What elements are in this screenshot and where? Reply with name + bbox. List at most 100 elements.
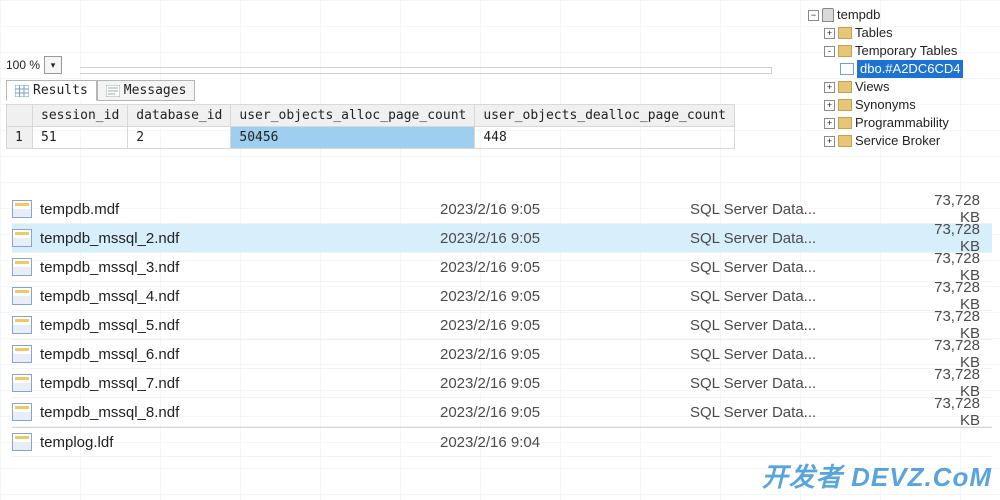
tree-item-programmability[interactable]: + Programmability bbox=[824, 114, 992, 132]
folder-icon bbox=[838, 135, 852, 147]
file-date: 2023/2/16 9:05 bbox=[440, 404, 690, 421]
grid-corner bbox=[7, 105, 33, 127]
file-date: 2023/2/16 9:05 bbox=[440, 230, 690, 247]
file-list: tempdb.mdf2023/2/16 9:05SQL Server Data.… bbox=[12, 195, 992, 457]
row-number[interactable]: 1 bbox=[7, 127, 33, 149]
file-name: tempdb_mssql_2.ndf bbox=[40, 230, 440, 247]
file-name: templog.ldf bbox=[40, 434, 440, 451]
tab-results-label: Results bbox=[33, 83, 88, 98]
tree-label: Tables bbox=[855, 24, 893, 42]
file-row[interactable]: tempdb_mssql_8.ndf2023/2/16 9:05SQL Serv… bbox=[12, 398, 992, 427]
datafile-icon bbox=[12, 403, 32, 421]
file-date: 2023/2/16 9:05 bbox=[440, 288, 690, 305]
file-row[interactable]: templog.ldf2023/2/16 9:04 bbox=[12, 428, 992, 457]
file-name: tempdb.mdf bbox=[40, 201, 440, 218]
file-row[interactable]: tempdb_mssql_3.ndf2023/2/16 9:05SQL Serv… bbox=[12, 253, 992, 282]
object-explorer: − tempdb + Tables - Temporary Tables dbo.#… bbox=[792, 6, 992, 150]
file-row[interactable]: tempdb_mssql_4.ndf2023/2/16 9:05SQL Serv… bbox=[12, 282, 992, 311]
expand-icon[interactable]: + bbox=[824, 136, 835, 147]
col-session-id[interactable]: session_id bbox=[33, 105, 128, 127]
tree-label: Temporary Tables bbox=[855, 42, 957, 60]
datafile-icon bbox=[12, 374, 32, 392]
cell-database-id[interactable]: 2 bbox=[128, 127, 231, 149]
file-name: tempdb_mssql_4.ndf bbox=[40, 288, 440, 305]
file-type: SQL Server Data... bbox=[690, 201, 910, 218]
datafile-icon bbox=[12, 200, 32, 218]
grid-header-row: session_id database_id user_objects_allo… bbox=[7, 105, 735, 127]
messages-icon bbox=[106, 85, 120, 97]
tree-item-service-broker[interactable]: + Service Broker bbox=[824, 132, 992, 150]
tree-item-synonyms[interactable]: + Synonyms bbox=[824, 96, 992, 114]
file-type: SQL Server Data... bbox=[690, 404, 910, 421]
results-grid[interactable]: session_id database_id user_objects_allo… bbox=[6, 104, 735, 149]
zoom-value: 100 % bbox=[6, 58, 40, 72]
logfile-icon bbox=[12, 433, 32, 451]
tree-item-temp-tables[interactable]: - Temporary Tables bbox=[824, 42, 992, 60]
zoom-control: 100 % ▾ bbox=[6, 56, 62, 74]
col-alloc-page-count[interactable]: user_objects_alloc_page_count bbox=[231, 105, 475, 127]
tree-label: Synonyms bbox=[855, 96, 916, 114]
tree-db-tempdb[interactable]: − tempdb bbox=[808, 6, 992, 24]
file-name: tempdb_mssql_6.ndf bbox=[40, 346, 440, 363]
datafile-icon bbox=[12, 345, 32, 363]
folder-icon bbox=[838, 27, 852, 39]
file-type: SQL Server Data... bbox=[690, 259, 910, 276]
watermark: 开发者 DEVZ.CoM bbox=[762, 457, 992, 494]
file-name: tempdb_mssql_3.ndf bbox=[40, 259, 440, 276]
cell-dealloc-page-count[interactable]: 448 bbox=[475, 127, 735, 149]
tab-results[interactable]: Results bbox=[6, 80, 97, 101]
file-row[interactable]: tempdb_mssql_5.ndf2023/2/16 9:05SQL Serv… bbox=[12, 311, 992, 340]
expand-icon[interactable]: + bbox=[824, 28, 835, 39]
grid-icon bbox=[15, 85, 29, 97]
file-date: 2023/2/16 9:05 bbox=[440, 201, 690, 218]
file-type: SQL Server Data... bbox=[690, 288, 910, 305]
file-type: SQL Server Data... bbox=[690, 346, 910, 363]
folder-icon bbox=[838, 45, 852, 57]
file-date: 2023/2/16 9:05 bbox=[440, 375, 690, 392]
cell-alloc-page-count[interactable]: 50456 bbox=[231, 127, 475, 149]
expand-icon[interactable]: + bbox=[824, 118, 835, 129]
file-row[interactable]: tempdb_mssql_2.ndf2023/2/16 9:05SQL Serv… bbox=[12, 224, 992, 253]
collapse-icon[interactable]: − bbox=[808, 10, 819, 21]
file-type: SQL Server Data... bbox=[690, 230, 910, 247]
expand-icon[interactable]: + bbox=[824, 82, 835, 93]
col-dealloc-page-count[interactable]: user_objects_dealloc_page_count bbox=[475, 105, 735, 127]
tree-item-views[interactable]: + Views bbox=[824, 78, 992, 96]
file-date: 2023/2/16 9:05 bbox=[440, 317, 690, 334]
file-row[interactable]: tempdb.mdf2023/2/16 9:05SQL Server Data.… bbox=[12, 195, 992, 224]
folder-icon bbox=[838, 99, 852, 111]
file-date: 2023/2/16 9:04 bbox=[440, 434, 690, 451]
file-row[interactable]: tempdb_mssql_7.ndf2023/2/16 9:05SQL Serv… bbox=[12, 369, 992, 398]
tree-label: Programmability bbox=[855, 114, 949, 132]
folder-icon bbox=[838, 117, 852, 129]
file-type: SQL Server Data... bbox=[690, 375, 910, 392]
datafile-icon bbox=[12, 258, 32, 276]
datafile-icon bbox=[12, 287, 32, 305]
cell-session-id[interactable]: 51 bbox=[33, 127, 128, 149]
folder-icon bbox=[838, 81, 852, 93]
datafile-icon bbox=[12, 316, 32, 334]
tree-item-temp-table[interactable]: dbo.#A2DC6CD4 bbox=[840, 60, 992, 78]
collapse-icon[interactable]: - bbox=[824, 46, 835, 57]
file-size: 73,728 KB bbox=[910, 395, 992, 429]
tab-messages[interactable]: Messages bbox=[97, 80, 196, 101]
file-row[interactable]: tempdb_mssql_6.ndf2023/2/16 9:05SQL Serv… bbox=[12, 340, 992, 369]
file-name: tempdb_mssql_5.ndf bbox=[40, 317, 440, 334]
horizontal-scrollbar[interactable] bbox=[80, 67, 772, 74]
grid-row[interactable]: 1 51 2 50456 448 bbox=[7, 127, 735, 149]
database-icon bbox=[822, 8, 834, 22]
datafile-icon bbox=[12, 229, 32, 247]
tab-messages-label: Messages bbox=[124, 83, 187, 98]
expand-icon[interactable]: + bbox=[824, 100, 835, 111]
tree-label: Views bbox=[855, 78, 889, 96]
zoom-dropdown[interactable]: ▾ bbox=[44, 56, 62, 74]
file-date: 2023/2/16 9:05 bbox=[440, 346, 690, 363]
file-type: SQL Server Data... bbox=[690, 317, 910, 334]
file-name: tempdb_mssql_8.ndf bbox=[40, 404, 440, 421]
tree-db-label: tempdb bbox=[837, 6, 880, 24]
col-database-id[interactable]: database_id bbox=[128, 105, 231, 127]
tree-item-tables[interactable]: + Tables bbox=[824, 24, 992, 42]
tree-label: Service Broker bbox=[855, 132, 940, 150]
result-tabs: Results Messages bbox=[6, 80, 195, 101]
file-name: tempdb_mssql_7.ndf bbox=[40, 375, 440, 392]
